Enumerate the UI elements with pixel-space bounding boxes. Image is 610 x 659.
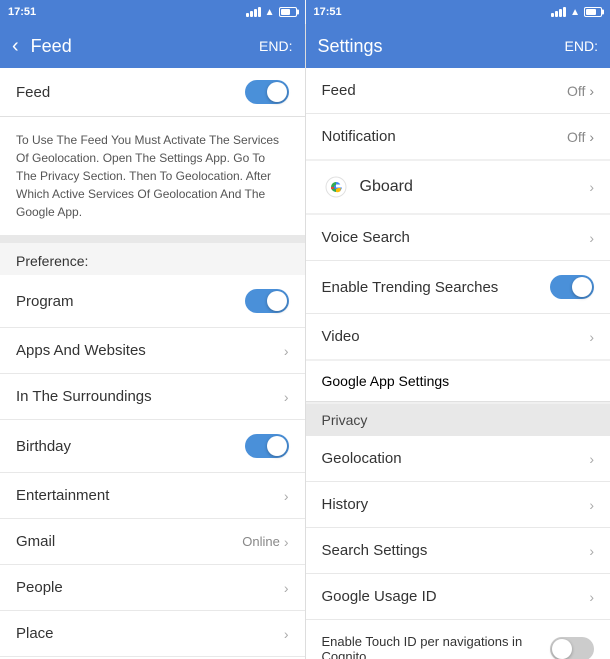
right-content: Feed Off › Notification Off › [306,68,610,659]
gboard-row[interactable]: Gboard › [306,161,610,213]
gboard-label: Gboard [360,178,413,196]
right-header: Settings END: [306,24,610,68]
left-status-bar: 17:51 ▲ [0,0,305,24]
list-item[interactable]: Notification Off › [306,114,610,159]
search-settings-label: Search Settings [322,542,428,559]
chevron-icon: › [589,543,594,559]
chevron-icon: › [589,497,594,513]
right-battery-icon [584,7,602,17]
trending-toggle[interactable] [550,275,594,299]
gboard-left: Gboard [322,173,413,201]
chevron-icon: › [284,343,289,359]
back-button[interactable]: ‹ [12,35,19,58]
pref-label-people: People [16,579,63,596]
preference-list: Program Apps And Websites › In The Surro… [0,275,305,659]
right-end-label: END: [565,38,598,54]
list-item[interactable]: Geolocation › [306,436,610,482]
left-time: 17:51 [8,6,36,18]
left-status-icons: ▲ [246,7,297,18]
online-status: Online [242,534,280,549]
status-bars: 17:51 ▲ 17:51 ▲ [0,0,610,24]
preference-header: Preference: [0,243,305,275]
video-label: Video [322,328,360,345]
list-item[interactable]: Place › [0,611,305,657]
list-item[interactable]: People › [0,565,305,611]
list-item[interactable]: Voice Search › [306,215,610,261]
chevron-icon: › [284,534,289,550]
right-status-icons: ▲ [551,7,602,18]
feed-label: Feed [16,84,50,101]
right-panel-title: Settings [318,36,383,57]
main-area: ‹ Feed END: Feed To Use The Feed You Mus… [0,24,610,659]
right-wifi-icon: ▲ [570,7,580,18]
list-item[interactable]: Program [0,275,305,328]
geolocation-label: Geolocation [322,450,402,467]
right-status-bar: 17:51 ▲ [306,0,610,24]
pref-label-gmail: Gmail [16,533,55,550]
feed-toggle[interactable] [245,80,289,104]
middle-settings-section: Voice Search › Enable Trending Searches … [306,215,610,359]
privacy-section-header: Privacy [306,404,610,436]
feed-toggle-row: Feed [0,68,305,117]
chevron-icon: › [284,580,289,596]
left-panel-title: Feed [31,36,247,57]
info-text: To Use The Feed You Must Activate The Se… [0,117,305,243]
signal-icon [246,7,261,17]
pref-label-apps: Apps And Websites [16,342,146,359]
pref-label-entertainment: Entertainment [16,487,109,504]
feed-settings-label: Feed [322,82,356,99]
chevron-icon: › [284,389,289,405]
google-app-settings-label: Google App Settings [322,373,450,389]
gboard-icon [322,173,350,201]
left-end-label: END: [259,38,292,54]
privacy-list: Geolocation › History › Search Settings … [306,436,610,659]
chevron-icon: › [284,626,289,642]
chevron-icon: › [589,451,594,467]
list-item[interactable]: Apps And Websites › [0,328,305,374]
list-item[interactable]: In The Surroundings › [0,374,305,420]
gmail-right: Online › [242,534,288,550]
list-item[interactable]: Feed Off › [306,68,610,114]
touch-id-label: Enable Touch ID per navigations in Cogni… [322,634,551,659]
chevron-icon: › [589,230,594,246]
list-item[interactable]: Birthday [0,420,305,473]
trending-label: Enable Trending Searches [322,279,499,296]
list-item[interactable]: Search Settings › [306,528,610,574]
list-item[interactable]: Google Usage ID › [306,574,610,620]
touch-id-toggle[interactable] [550,637,594,659]
notification-off-value: Off › [567,129,594,145]
right-time: 17:51 [314,6,342,18]
left-header: ‹ Feed END: [0,24,305,68]
right-panel: Settings END: Feed Off › Notification Of… [306,24,610,659]
right-signal-icon [551,7,566,17]
google-app-settings-header: Google App Settings [306,361,610,402]
list-item[interactable]: Enable Touch ID per navigations in Cogni… [306,620,610,659]
chevron-icon: › [589,179,594,195]
list-item[interactable]: Enable Trending Searches [306,261,610,314]
left-content: Feed To Use The Feed You Must Activate T… [0,68,305,659]
chevron-icon: › [589,589,594,605]
pref-label-program: Program [16,293,74,310]
notification-label: Notification [322,128,396,145]
pref-label-birthday: Birthday [16,438,71,455]
list-item[interactable]: Video › [306,314,610,359]
voice-search-label: Voice Search [322,229,410,246]
google-usage-id-label: Google Usage ID [322,588,437,605]
program-toggle[interactable] [245,289,289,313]
birthday-toggle[interactable] [245,434,289,458]
feed-notification-list: Feed Off › Notification Off › [306,68,610,159]
chevron-icon: › [589,329,594,345]
battery-icon [279,7,297,17]
feed-off-value: Off › [567,83,594,99]
pref-label-place: Place [16,625,54,642]
history-label: History [322,496,369,513]
left-panel: ‹ Feed END: Feed To Use The Feed You Mus… [0,24,306,659]
pref-label-surroundings: In The Surroundings [16,388,152,405]
list-item[interactable]: Gmail Online › [0,519,305,565]
wifi-icon: ▲ [265,7,275,18]
chevron-icon: › [284,488,289,504]
list-item[interactable]: History › [306,482,610,528]
list-item[interactable]: Entertainment › [0,473,305,519]
